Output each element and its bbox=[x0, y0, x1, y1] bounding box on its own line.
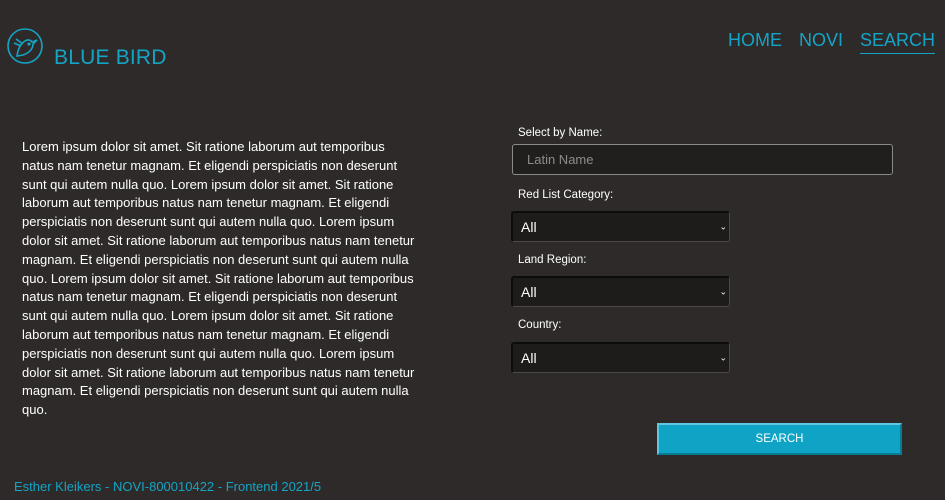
page: BLUE BIRD HOME NOVI SEARCH L Lorem ipsum… bbox=[0, 0, 945, 500]
footer-credit: Esther Kleikers - NOVI-800010422 - Front… bbox=[14, 479, 322, 494]
intro-text: Lorem ipsum dolor sit amet. Sit ratione … bbox=[22, 139, 415, 418]
country-select-value: All bbox=[521, 350, 537, 366]
main-nav: HOME NOVI SEARCH L bbox=[728, 30, 945, 54]
nav-novi[interactable]: NOVI bbox=[799, 30, 843, 54]
redlist-select[interactable]: All ⌄ bbox=[511, 211, 730, 242]
chevron-down-icon: ⌄ bbox=[719, 352, 727, 363]
region-select[interactable]: All ⌄ bbox=[511, 276, 730, 307]
latin-name-input[interactable] bbox=[512, 144, 893, 175]
redlist-select-value: All bbox=[521, 219, 537, 235]
name-label: Select by Name: bbox=[518, 127, 603, 139]
country-select[interactable]: All ⌄ bbox=[511, 342, 730, 373]
nav-home[interactable]: HOME bbox=[728, 30, 782, 54]
nav-search[interactable]: SEARCH bbox=[860, 30, 936, 54]
chevron-down-icon: ⌄ bbox=[719, 286, 727, 297]
logo-text: BLUE BIRD bbox=[54, 46, 167, 69]
search-button[interactable]: SEARCH bbox=[657, 423, 902, 455]
country-label: Country: bbox=[518, 319, 562, 331]
logo[interactable]: BLUE BIRD bbox=[6, 22, 167, 70]
chevron-down-icon: ⌄ bbox=[719, 221, 727, 232]
region-select-value: All bbox=[521, 284, 537, 300]
region-label: Land Region: bbox=[518, 254, 587, 266]
redlist-label: Red List Category: bbox=[518, 189, 614, 201]
bird-icon bbox=[7, 28, 43, 64]
